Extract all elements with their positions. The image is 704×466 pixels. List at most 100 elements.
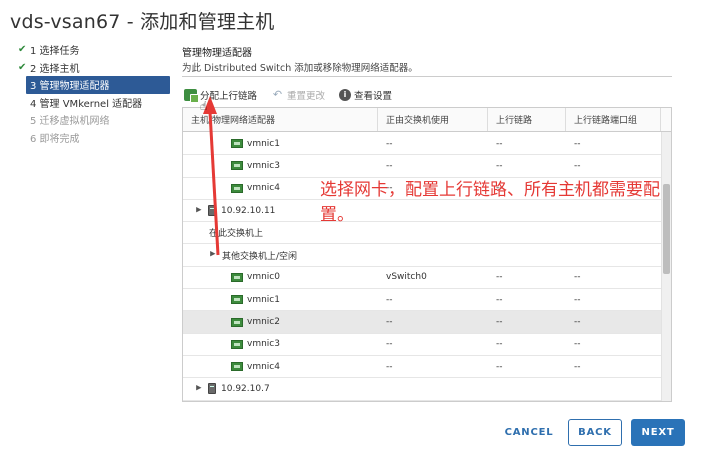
reset-changes-button[interactable]: ↶ 重置更改 — [271, 88, 326, 103]
reset-changes-label: 重置更改 — [287, 91, 326, 102]
view-settings-button[interactable]: i 查看设置 — [339, 88, 392, 102]
cell-uplink: -- — [496, 339, 503, 350]
cell-portgroup: -- — [574, 339, 581, 350]
wizard-step-3[interactable]: 3 管理物理适配器 — [26, 76, 170, 94]
adapter-name: 10.92.10.7 — [221, 383, 270, 394]
host-icon — [208, 383, 216, 395]
expand-toggle-icon[interactable]: ▲ — [195, 385, 203, 393]
cell-switch: -- — [386, 138, 393, 149]
nic-icon — [231, 295, 243, 305]
cell-adapter: vmnic1 — [183, 139, 378, 149]
cell-adapter: vmnic0 — [183, 272, 378, 282]
wizard-step-4[interactable]: 4 管理 VMkernel 适配器 — [16, 94, 170, 112]
adapter-name: 10.92.10.11 — [221, 205, 276, 216]
mouse-cursor-icon: ☝ — [200, 99, 208, 113]
nic-icon — [231, 161, 243, 171]
table-header: 主机/物理网络适配器 正由交换机使用 上行链路 上行链路端口组 — [183, 108, 671, 132]
table-row[interactable]: vmnic1 -- -- -- — [183, 289, 661, 312]
cell-adapter: vmnic1 — [183, 295, 378, 305]
nic-icon — [231, 139, 243, 149]
cell-switch: -- — [386, 160, 393, 171]
table-row[interactable]: ▲ 其他交换机上/空闲 — [183, 244, 661, 267]
table-row[interactable]: vmnic4 -- -- -- — [183, 356, 661, 379]
cell-portgroup: -- — [574, 272, 581, 283]
toolbar: 分配上行链路 ↶ 重置更改 i 查看设置 — [184, 88, 406, 103]
wizard-step-label: 5 迁移虚拟机网络 — [30, 116, 110, 128]
wizard-step-label: 1 选择任务 — [30, 46, 80, 58]
checkmark-icon: ✔ — [18, 44, 27, 56]
view-settings-label: 查看设置 — [354, 91, 393, 102]
cell-switch: -- — [386, 339, 393, 350]
panel-description: 为此 Distributed Switch 添加或移除物理网络适配器。 — [182, 63, 418, 74]
cell-adapter: vmnic2 — [183, 317, 378, 327]
cell-uplink: -- — [496, 138, 503, 149]
dialog-title: vds-vsan67 - 添加和管理主机 — [10, 11, 275, 33]
cell-adapter: ▲ 其他交换机上/空闲 — [183, 249, 378, 262]
cell-uplink: -- — [496, 317, 503, 328]
wizard-step-1[interactable]: ✔ 1 选择任务 — [16, 41, 170, 59]
cell-portgroup: -- — [574, 294, 581, 305]
checkmark-icon: ✔ — [18, 61, 27, 73]
nic-icon — [231, 339, 243, 349]
column-header-adapter[interactable]: 主机/物理网络适配器 — [183, 108, 378, 131]
adapter-name: vmnic0 — [247, 272, 280, 283]
wizard-step-label: 4 管理 VMkernel 适配器 — [30, 98, 143, 110]
cell-adapter: ▲ 10.92.10.7 — [183, 383, 378, 395]
scrollbar[interactable] — [661, 132, 671, 401]
wizard-step-label: 3 管理物理适配器 — [30, 81, 110, 93]
cell-adapter: 在此交换机上 — [183, 226, 378, 239]
cell-uplink: -- — [496, 361, 503, 372]
wizard-step-5[interactable]: 5 迁移虚拟机网络 — [16, 111, 170, 129]
adapter-name: vmnic4 — [247, 183, 280, 194]
cell-uplink: -- — [496, 160, 503, 171]
cell-portgroup: -- — [574, 138, 581, 149]
wizard-step-2[interactable]: ✔ 2 选择主机 — [16, 59, 170, 77]
next-button[interactable]: NEXT — [631, 419, 685, 446]
adapter-name: vmnic4 — [247, 361, 280, 372]
reset-icon: ↶ — [272, 88, 283, 101]
adapter-name: 在此交换机上 — [209, 229, 264, 240]
assign-uplink-button[interactable]: 分配上行链路 — [184, 88, 258, 103]
column-header-uplink[interactable]: 上行链路 — [488, 108, 566, 131]
table-row[interactable]: vmnic3 -- -- -- — [183, 155, 661, 178]
table-row[interactable]: vmnic1 -- -- -- — [183, 133, 661, 156]
table-body: vmnic1 -- -- -- vmnic3 -- -- -- vmnic4 -- -- -- ▲ 10.… — [183, 133, 661, 401]
cell-portgroup: -- — [574, 361, 581, 372]
cell-switch: -- — [386, 294, 393, 305]
column-header-portgroup[interactable]: 上行链路端口组 — [566, 108, 661, 131]
panel-title: 管理物理适配器 — [182, 48, 252, 59]
cell-switch: -- — [386, 317, 393, 328]
cell-portgroup: -- — [574, 317, 581, 328]
cancel-button[interactable]: CANCEL — [500, 419, 558, 446]
column-header-switch[interactable]: 正由交换机使用 — [378, 108, 488, 131]
cell-uplink: -- — [496, 272, 503, 283]
info-icon: i — [339, 89, 352, 101]
adapter-name: 其他交换机上/空闲 — [222, 251, 298, 262]
wizard-steps: ✔ 1 选择任务 ✔ 2 选择主机 3 管理物理适配器 4 管理 VMkernel 适配器… — [16, 41, 170, 146]
assign-uplink-icon — [184, 89, 199, 103]
wizard-step-6[interactable]: 6 即将完成 — [16, 129, 170, 147]
expand-toggle-icon[interactable]: ▲ — [195, 207, 203, 215]
adapter-name: vmnic2 — [247, 317, 280, 328]
cell-adapter: vmnic3 — [183, 161, 378, 171]
adapter-name: vmnic1 — [247, 294, 280, 305]
cell-switch: vSwitch0 — [386, 272, 427, 283]
adapter-name: vmnic3 — [247, 160, 280, 171]
wizard-step-label: 6 即将完成 — [30, 133, 80, 145]
table-row[interactable]: vmnic0 vSwitch0 -- -- — [183, 267, 661, 290]
table-row[interactable]: vmnic2 -- -- -- — [183, 311, 661, 334]
back-button[interactable]: BACK — [568, 419, 622, 446]
host-icon — [208, 205, 216, 217]
nic-icon — [231, 317, 243, 327]
assign-uplink-label: 分配上行链路 — [200, 91, 258, 102]
cell-adapter: vmnic4 — [183, 362, 378, 372]
expand-toggle-icon[interactable]: ▲ — [209, 251, 217, 259]
adapter-name: vmnic1 — [247, 138, 280, 149]
wizard-step-label: 2 选择主机 — [30, 63, 80, 75]
adapters-table: 主机/物理网络适配器 正由交换机使用 上行链路 上行链路端口组 vmnic1 --… — [182, 107, 672, 402]
cell-adapter: vmnic3 — [183, 339, 378, 349]
cell-switch: -- — [386, 361, 393, 372]
cell-uplink: -- — [496, 294, 503, 305]
table-row[interactable]: ▲ 10.92.10.7 — [183, 378, 661, 401]
table-row[interactable]: vmnic3 -- -- -- — [183, 334, 661, 356]
